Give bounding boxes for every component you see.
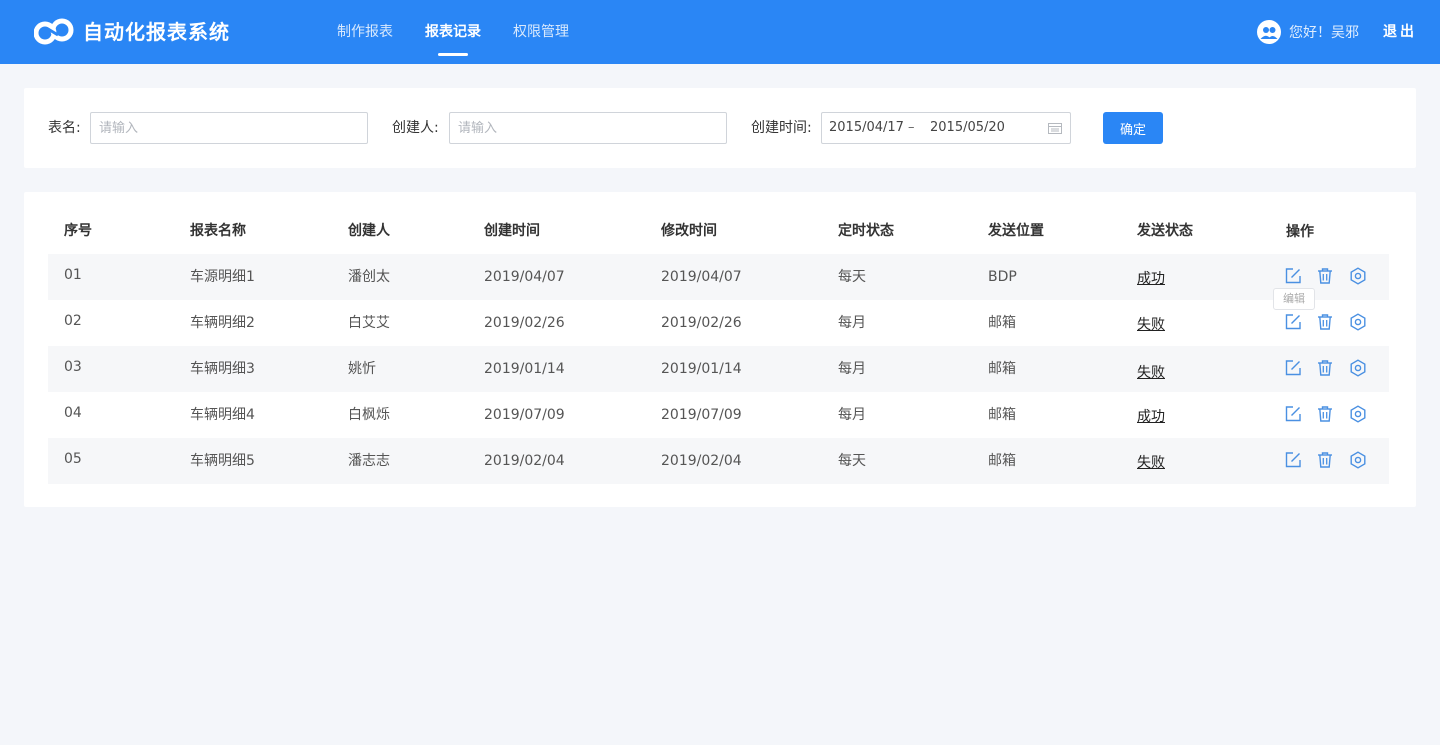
edit-tooltip: 编辑 <box>1273 288 1315 310</box>
table-name-label: 表名: <box>48 120 81 136</box>
delete-icon[interactable] <box>1316 451 1334 469</box>
settings-icon[interactable] <box>1349 359 1367 377</box>
edit-icon[interactable] <box>1284 313 1302 331</box>
table-row: 03 车辆明细3 姚忻 2019/01/14 2019/01/14 每月 邮箱 失败 <box>48 346 1389 392</box>
table-row: 01 车源明细1 潘创太 2019/04/07 2019/04/07 每天 BDP 成功 <box>48 254 1389 300</box>
col-header-modified-time: 修改时间 <box>661 223 717 239</box>
cell-report-name: 车辆明细4 <box>190 407 255 423</box>
created-time-label: 创建时间: <box>751 120 812 136</box>
col-header-created-time: 创建时间 <box>484 223 540 239</box>
date-end[interactable]: 2015/05/20 <box>930 113 1005 143</box>
cell-modified-time: 2019/04/07 <box>661 269 742 285</box>
cell-creator: 潘创太 <box>348 269 390 285</box>
logout-button[interactable]: 退出 <box>1383 20 1417 44</box>
nav-item-make-report[interactable]: 制作报表 <box>337 0 393 64</box>
delete-icon[interactable] <box>1316 267 1334 285</box>
cell-creator: 潘志志 <box>348 453 390 469</box>
cell-send-status[interactable]: 成功 <box>1137 270 1165 288</box>
settings-icon[interactable] <box>1349 267 1367 285</box>
cell-schedule: 每月 <box>838 407 866 423</box>
settings-icon[interactable] <box>1349 313 1367 331</box>
cell-creator: 姚忻 <box>348 361 376 377</box>
cell-created-time: 2019/02/04 <box>484 453 565 469</box>
date-range-picker[interactable]: 2015/04/17 – 2015/05/20 <box>821 112 1071 144</box>
col-header-send-status: 发送状态 <box>1137 223 1193 239</box>
settings-icon[interactable] <box>1349 451 1367 469</box>
col-header-send-location: 发送位置 <box>988 223 1044 239</box>
creator-input[interactable] <box>449 112 727 144</box>
report-table: 序号 报表名称 创建人 创建时间 修改时间 定时状态 发送位置 发送状态 操作 … <box>24 192 1416 507</box>
edit-icon[interactable] <box>1284 359 1302 377</box>
calendar-icon[interactable] <box>1048 122 1062 134</box>
edit-icon[interactable] <box>1284 267 1302 285</box>
filter-panel: 表名: 创建人: 创建时间: 2015/04/17 – 2015/05/20 确… <box>24 88 1416 168</box>
user-area: 您好！吴邪 <box>1257 20 1359 44</box>
cell-created-time: 2019/02/26 <box>484 315 565 331</box>
cell-modified-time: 2019/02/04 <box>661 453 742 469</box>
cell-send-location: 邮箱 <box>988 361 1016 377</box>
col-header-index: 序号 <box>64 223 92 239</box>
cell-report-name: 车辆明细2 <box>190 315 255 331</box>
cell-send-location: 邮箱 <box>988 453 1016 469</box>
cell-index: 05 <box>64 451 82 467</box>
top-header: 自动化报表系统 制作报表 报表记录 权限管理 您好！吴邪 退出 <box>0 0 1440 64</box>
cell-index: 04 <box>64 405 82 421</box>
nav-item-permission[interactable]: 权限管理 <box>513 0 569 64</box>
edit-icon[interactable] <box>1284 451 1302 469</box>
col-header-creator: 创建人 <box>348 223 390 239</box>
cell-created-time: 2019/01/14 <box>484 361 565 377</box>
cell-send-status[interactable]: 成功 <box>1137 408 1165 426</box>
delete-icon[interactable] <box>1316 359 1334 377</box>
app-title: 自动化报表系统 <box>83 20 230 44</box>
cell-schedule: 每天 <box>838 269 866 285</box>
cell-created-time: 2019/04/07 <box>484 269 565 285</box>
cell-send-location: BDP <box>988 269 1017 285</box>
date-separator: – <box>908 120 915 135</box>
cell-report-name: 车辆明细5 <box>190 453 255 469</box>
nav-item-report-records[interactable]: 报表记录 <box>425 0 481 64</box>
creator-label: 创建人: <box>392 120 439 136</box>
user-greeting: 您好！吴邪 <box>1289 25 1359 41</box>
cell-send-location: 邮箱 <box>988 315 1016 331</box>
table-row: 05 车辆明细5 潘志志 2019/02/04 2019/02/04 每天 邮箱 失败 <box>48 438 1389 484</box>
cell-created-time: 2019/07/09 <box>484 407 565 423</box>
col-header-actions: 操作 <box>1286 224 1314 240</box>
cell-schedule: 每月 <box>838 361 866 377</box>
cell-creator: 白艾艾 <box>348 315 390 331</box>
cell-index: 03 <box>64 359 82 375</box>
table-name-input[interactable] <box>90 112 368 144</box>
cell-schedule: 每月 <box>838 315 866 331</box>
cell-report-name: 车源明细1 <box>190 269 255 285</box>
table-row: 04 车辆明细4 白枫烁 2019/07/09 2019/07/09 每月 邮箱 成功 <box>48 392 1389 438</box>
delete-icon[interactable] <box>1316 405 1334 423</box>
cell-creator: 白枫烁 <box>348 407 390 423</box>
logo-icon <box>34 18 74 45</box>
col-header-report-name: 报表名称 <box>190 223 246 239</box>
table-row: 02 车辆明细2 白艾艾 2019/02/26 2019/02/26 每月 邮箱 失败 <box>48 300 1389 346</box>
cell-modified-time: 2019/07/09 <box>661 407 742 423</box>
settings-icon[interactable] <box>1349 405 1367 423</box>
date-start[interactable]: 2015/04/17 <box>829 113 904 143</box>
cell-schedule: 每天 <box>838 453 866 469</box>
cell-report-name: 车辆明细3 <box>190 361 255 377</box>
cell-modified-time: 2019/02/26 <box>661 315 742 331</box>
cell-send-status[interactable]: 失败 <box>1137 316 1165 334</box>
main-nav: 制作报表 报表记录 权限管理 <box>337 0 601 64</box>
delete-icon[interactable] <box>1316 313 1334 331</box>
confirm-button[interactable]: 确定 <box>1103 112 1163 144</box>
edit-icon[interactable] <box>1284 405 1302 423</box>
cell-send-status[interactable]: 失败 <box>1137 364 1165 382</box>
col-header-schedule: 定时状态 <box>838 223 894 239</box>
avatar-icon[interactable] <box>1257 20 1281 44</box>
cell-modified-time: 2019/01/14 <box>661 361 742 377</box>
cell-index: 02 <box>64 313 82 329</box>
cell-send-status[interactable]: 失败 <box>1137 454 1165 472</box>
cell-index: 01 <box>64 267 82 283</box>
cell-send-location: 邮箱 <box>988 407 1016 423</box>
